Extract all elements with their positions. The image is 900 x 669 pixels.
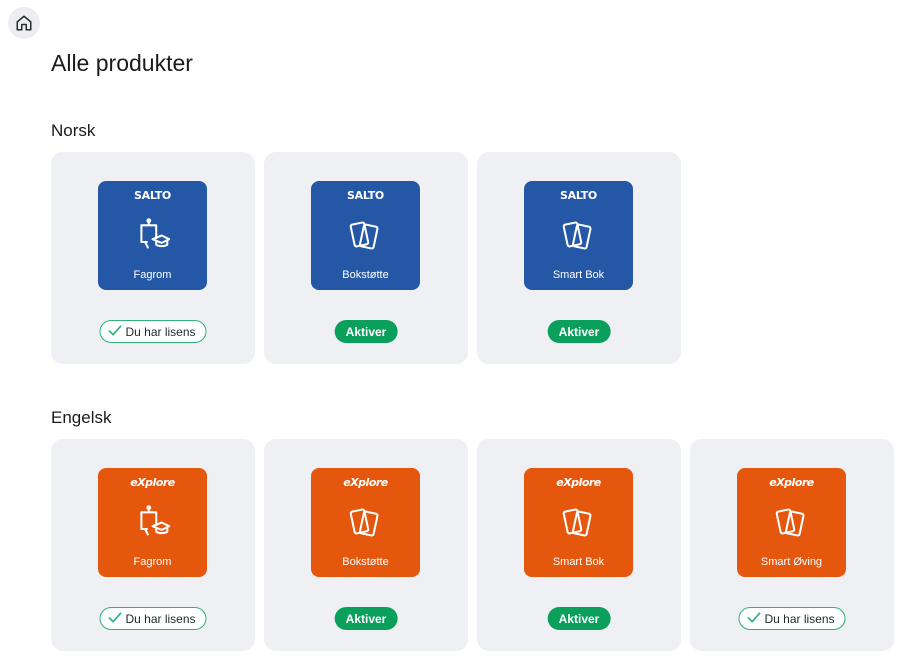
classroom-icon — [140, 505, 171, 536]
license-badge: Du har lisens — [99, 607, 207, 630]
product-grid-engelsk: eXplore Fagrom Du har lisens eXplore Bok… — [51, 439, 894, 651]
activate-button[interactable]: Aktiver — [334, 607, 398, 630]
salto-logo: SALTO — [134, 189, 171, 202]
product-card-norsk-bokstotte[interactable]: SALTO Bokstøtte Aktiver — [264, 152, 468, 364]
product-label: Fagrom — [133, 556, 172, 568]
explore-logo: eXplore — [769, 476, 814, 489]
product-label: Smart Øving — [760, 556, 823, 568]
cards-icon — [562, 508, 592, 537]
check-icon — [108, 324, 122, 339]
cards-icon — [349, 508, 379, 537]
product-card-norsk-smart-bok[interactable]: SALTO Smart Bok Aktiver — [477, 152, 681, 364]
product-card-engelsk-smart-bok[interactable]: eXplore Smart Bok Aktiver — [477, 439, 681, 651]
activate-button[interactable]: Aktiver — [334, 320, 398, 343]
explore-logo: eXplore — [556, 476, 601, 489]
product-tile: eXplore Smart Øving — [737, 468, 846, 577]
product-card-engelsk-fagrom[interactable]: eXplore Fagrom Du har lisens — [51, 439, 255, 651]
salto-logo: SALTO — [347, 189, 384, 202]
product-grid-norsk: SALTO Fagrom Du har lisens SALTO Bokstøt… — [51, 152, 681, 364]
product-label: Fagrom — [133, 269, 172, 281]
home-button[interactable] — [8, 7, 40, 39]
cards-icon — [562, 221, 592, 250]
product-tile: SALTO Fagrom — [98, 181, 207, 290]
classroom-icon — [140, 218, 171, 249]
check-icon — [108, 611, 122, 626]
explore-logo: eXplore — [343, 476, 388, 489]
product-label: Smart Bok — [552, 556, 605, 568]
product-tile: eXplore Fagrom — [98, 468, 207, 577]
section-title-engelsk: Engelsk — [51, 408, 112, 427]
product-label: Bokstøtte — [342, 269, 389, 281]
activate-button[interactable]: Aktiver — [547, 320, 611, 343]
explore-logo: eXplore — [130, 476, 175, 489]
product-tile: eXplore Smart Bok — [524, 468, 633, 577]
product-card-norsk-fagrom[interactable]: SALTO Fagrom Du har lisens — [51, 152, 255, 364]
page-title: Alle produkter — [51, 50, 193, 76]
license-text: Du har lisens — [125, 611, 196, 626]
product-card-engelsk-bokstotte[interactable]: eXplore Bokstøtte Aktiver — [264, 439, 468, 651]
home-icon — [16, 15, 32, 31]
cards-icon — [349, 221, 379, 250]
license-text: Du har lisens — [764, 611, 835, 626]
license-text: Du har lisens — [125, 324, 196, 339]
product-card-engelsk-smart-oving[interactable]: eXplore Smart Øving Du har lisens — [690, 439, 894, 651]
section-title-norsk: Norsk — [51, 121, 96, 140]
cards-icon — [775, 508, 805, 537]
product-label: Smart Bok — [552, 269, 605, 281]
product-tile: SALTO Bokstøtte — [311, 181, 420, 290]
license-badge: Du har lisens — [99, 320, 207, 343]
product-label: Bokstøtte — [342, 556, 389, 568]
license-badge: Du har lisens — [738, 607, 846, 630]
product-tile: eXplore Bokstøtte — [311, 468, 420, 577]
check-icon — [747, 611, 761, 626]
salto-logo: SALTO — [560, 189, 597, 202]
product-tile: SALTO Smart Bok — [524, 181, 633, 290]
activate-button[interactable]: Aktiver — [547, 607, 611, 630]
